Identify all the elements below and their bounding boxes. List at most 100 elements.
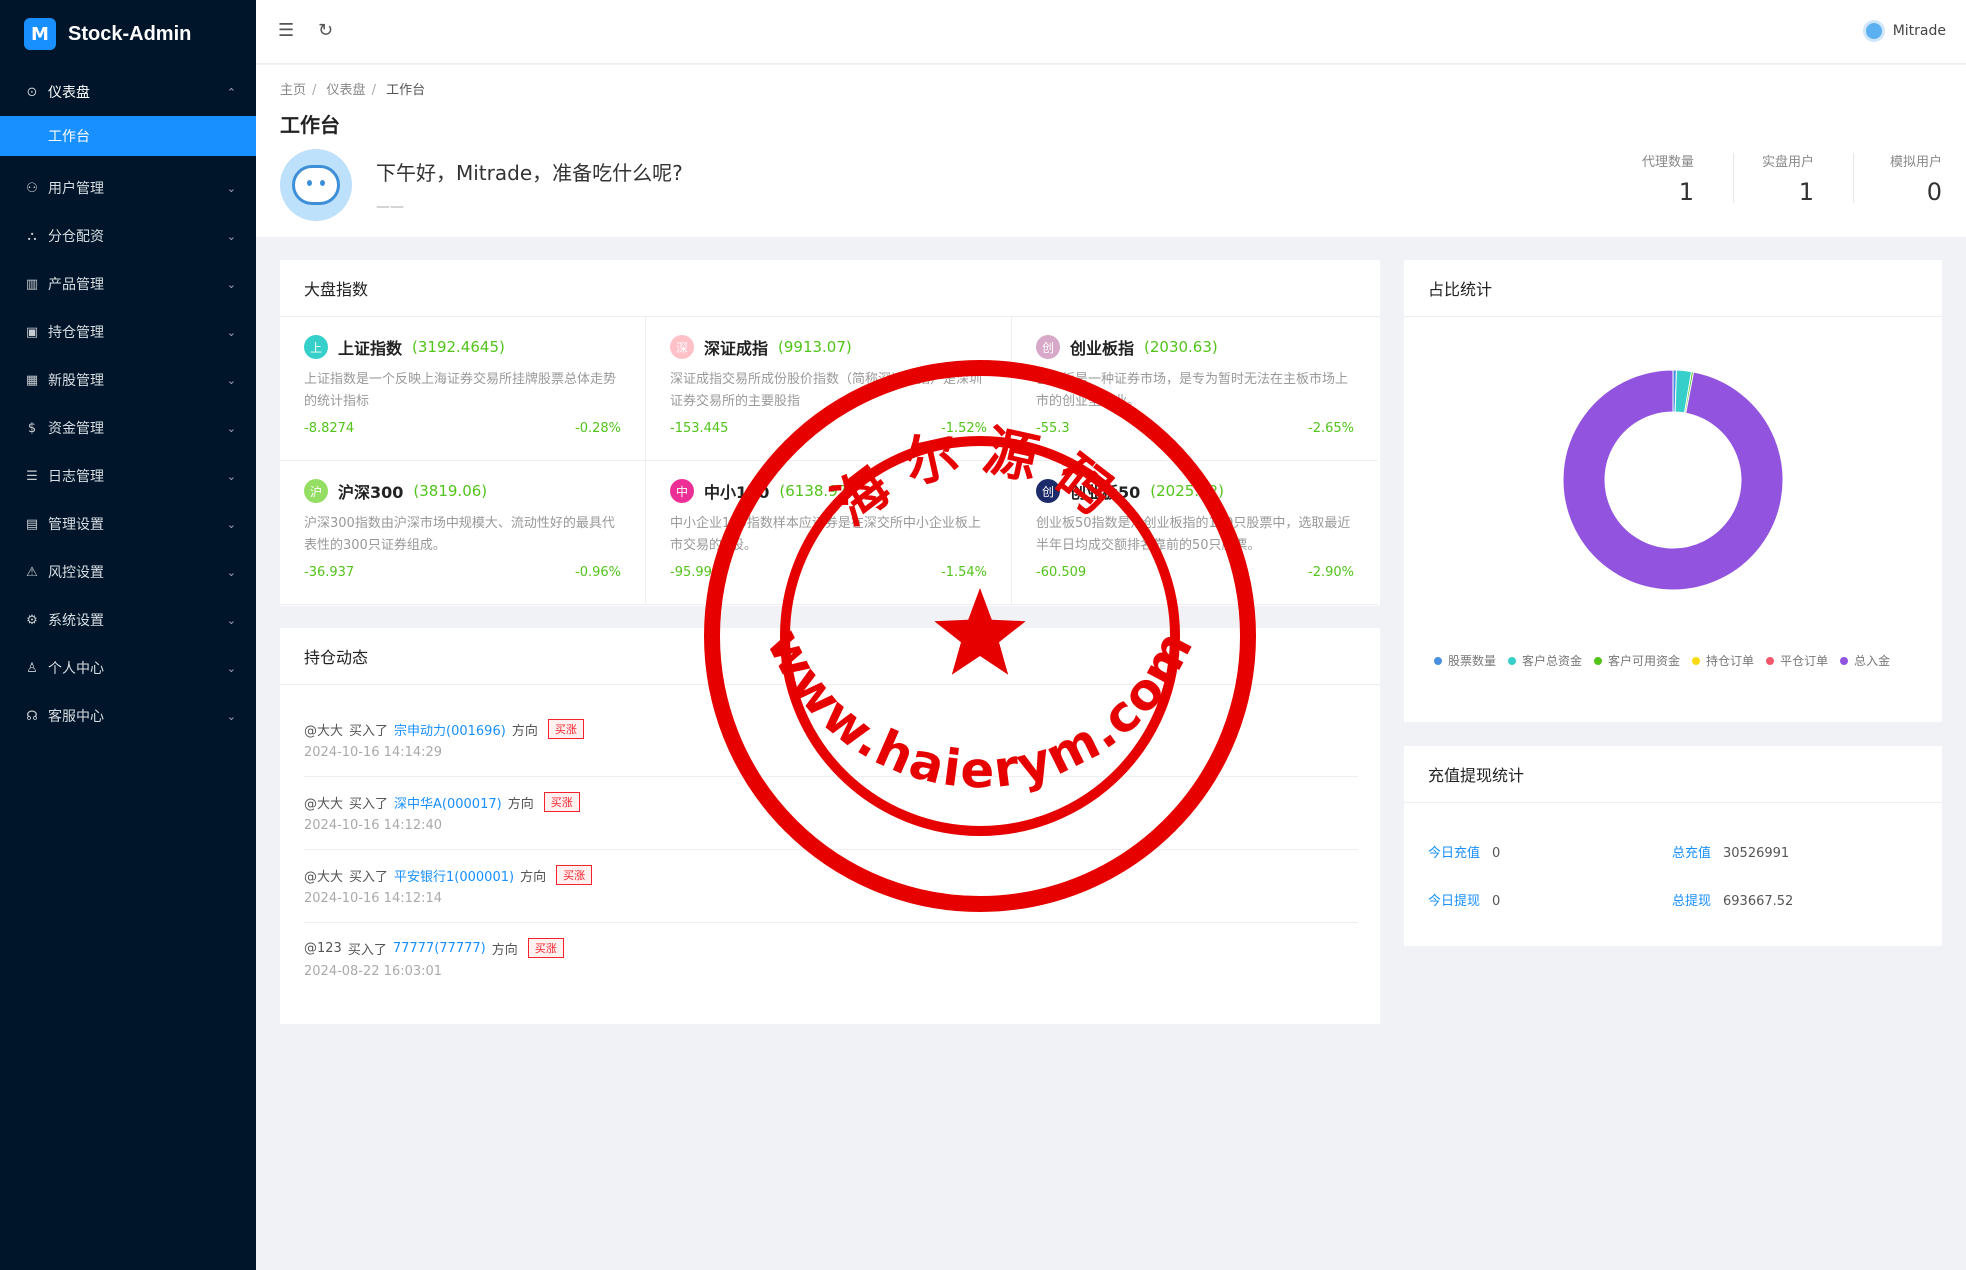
index-change: -60.509 [1036, 565, 1087, 580]
sidebar-item-label: 风控设置 [48, 565, 104, 581]
sidebar-item[interactable]: ☰ 日志管理 ⌄ [0, 452, 256, 500]
pos-time: 2024-10-16 14:12:14 [304, 891, 443, 906]
pos-direction-label: 方向 [511, 723, 538, 739]
welcome-sub: —— [376, 199, 404, 215]
menu-fold-icon[interactable]: ☰ [278, 20, 294, 41]
cash-total-deposit: 总充值 30526991 [1672, 846, 1790, 861]
sidebar-item[interactable]: ⚠ 风控设置 ⌄ [0, 548, 256, 596]
pos-stock-link[interactable]: 平安银行1(000001) [394, 866, 514, 885]
index-pct: -0.28% [575, 421, 621, 436]
index-pct: -2.90% [1308, 565, 1354, 580]
donut-chart [1562, 369, 1784, 591]
sidebar-item[interactable]: ▣ 持仓管理 ⌄ [0, 308, 256, 356]
sidebar-item[interactable]: ⊙ 仪表盘 ⌃ [0, 68, 256, 116]
sidebar-item-label: 产品管理 [48, 277, 104, 293]
cash-today-withdraw: 今日提现 0 [1428, 894, 1501, 909]
pos-verb: 买入了 [349, 869, 389, 885]
breadcrumb-item[interactable]: 主页 [280, 83, 306, 98]
user-menu[interactable]: Mitrade [1862, 20, 1946, 42]
legend-item[interactable]: 客户总资金 [1508, 652, 1582, 669]
index-change: -95.99 [670, 565, 712, 580]
sidebar-item-label: 客服中心 [48, 709, 104, 725]
index-cell[interactable]: 创创业板指 (2030.63) 创业板是一种证券市场，是专为暂时无法在主板市场上市的… [1012, 317, 1378, 461]
pos-stock-link[interactable]: 宗申动力(001696) [394, 720, 506, 739]
index-value: (2025.82) [1150, 482, 1225, 500]
index-change: -55.3 [1036, 421, 1070, 436]
legend-dot-icon [1840, 656, 1849, 665]
card-title: 持仓动态 [280, 628, 1380, 685]
chevron-down-icon: ⌄ [226, 277, 236, 291]
donut-slice[interactable] [1562, 369, 1784, 591]
breadcrumb-item[interactable]: 仪表盘 [327, 83, 366, 98]
index-desc: 中小企业100指数样本应证券是在深交所中小企业板上市交易的A股。 [670, 516, 981, 553]
index-pct: -2.65% [1308, 421, 1354, 436]
index-value: (3819.06) [413, 482, 488, 500]
sidebar-subitem-label: 工作台 [48, 129, 90, 145]
pos-user: @123 [304, 940, 342, 956]
chevron-down-icon: ⌄ [226, 373, 236, 387]
chevron-down-icon: ⌄ [226, 661, 236, 675]
stat-real-users: 实盘用户 1 [1761, 155, 1814, 206]
index-badge-icon: 深 [670, 335, 694, 359]
user-icon: ♙ [26, 660, 38, 676]
sidebar: M Stock-Admin ⊙ 仪表盘 ⌃ 工作台 ⚇ 用户管理 ⌄ ⛬ 分仓配资 ⌄ ▥ 产品管理 ⌄… [0, 0, 256, 1270]
sidebar-item-label: 管理设置 [48, 517, 104, 533]
index-value: (2030.63) [1144, 338, 1218, 356]
legend-item[interactable]: 客户可用资金 [1594, 652, 1680, 669]
index-pct: -0.96% [575, 565, 621, 580]
index-cell[interactable]: 沪沪深300 (3819.06) 沪深300指数由沪深市场中规模大、流动性好的最具代… [280, 461, 646, 605]
chart-icon: ▥ [25, 276, 39, 292]
index-badge-icon: 上 [304, 335, 328, 359]
index-change: -153.445 [670, 421, 729, 436]
breadcrumb: 主页 / 仪表盘 / 工作台 [280, 83, 426, 98]
legend-dot-icon [1594, 656, 1603, 665]
index-value: (9913.07) [778, 338, 852, 356]
index-cell[interactable]: 创创业板50 (2025.82) 创业板50指数是从创业板指的100只股票中，选取最… [1012, 461, 1378, 605]
sidebar-subitem[interactable]: 工作台 [0, 116, 256, 156]
sidebar-item[interactable]: ♙ 个人中心 ⌄ [0, 644, 256, 692]
index-name: 创业板指 [1070, 339, 1135, 358]
page-header: 主页 / 仪表盘 / 工作台 工作台 下午好，Mitrade，准备吃什么呢? —— … [256, 65, 1966, 237]
pos-time: 2024-10-16 14:12:40 [304, 818, 443, 833]
pos-verb: 买入了 [349, 723, 389, 739]
sidebar-item[interactable]: ⛬ 分仓配资 ⌄ [0, 212, 256, 260]
logo-icon: M [24, 18, 56, 50]
index-desc: 上证指数是一个反映上海证券交易所挂牌股票总体走势的统计指标 [304, 372, 617, 409]
chevron-down-icon: ⌄ [226, 517, 236, 531]
sidebar-item[interactable]: ▤ 管理设置 ⌄ [0, 500, 256, 548]
refresh-icon[interactable]: ↻ [318, 20, 333, 41]
card-title: 大盘指数 [280, 260, 1380, 317]
index-name: 创业板50 [1070, 483, 1141, 502]
sidebar-item[interactable]: ⚇ 用户管理 ⌄ [0, 164, 256, 212]
index-cell[interactable]: 中中小100 (6138.97) 中小企业100指数样本应证券是在深交所中小企业板上… [646, 461, 1012, 605]
app-logo[interactable]: M Stock-Admin [0, 0, 256, 68]
sidebar-item[interactable]: $ 资金管理 ⌄ [0, 404, 256, 452]
page-title: 工作台 [280, 113, 340, 137]
welcome-avatar [280, 149, 352, 221]
ratio-card: 占比统计 股票数量 客户总资金 客户可用资金 持仓订单 平仓订单 总入金 [1404, 260, 1942, 722]
pos-stock-link[interactable]: 77777(77777) [393, 941, 486, 956]
legend-item[interactable]: 持仓订单 [1692, 652, 1754, 669]
sidebar-item[interactable]: ▦ 新股管理 ⌄ [0, 356, 256, 404]
legend-item[interactable]: 平仓订单 [1766, 652, 1828, 669]
pos-direction-tag: 买涨 [556, 865, 593, 885]
sidebar-item-label: 分仓配资 [48, 229, 104, 245]
index-pct: -1.52% [941, 421, 987, 436]
sidebar-item[interactable]: ☊ 客服中心 ⌄ [0, 692, 256, 740]
avatar [1862, 20, 1885, 42]
list-item: @大大 买入了 宗申动力(001696) 方向 买涨 2024-10-16 14:14:2… [304, 705, 1358, 777]
legend-item[interactable]: 股票数量 [1434, 652, 1496, 669]
sidebar-item-label: 资金管理 [48, 421, 104, 437]
cash-today-deposit: 今日充值 0 [1428, 846, 1501, 861]
sidebar-item[interactable]: ⚙ 系统设置 ⌄ [0, 596, 256, 644]
chevron-down-icon: ⌄ [226, 229, 236, 243]
sidebar-menu: ⊙ 仪表盘 ⌃ 工作台 ⚇ 用户管理 ⌄ ⛬ 分仓配资 ⌄ ▥ 产品管理 ⌄ ▣ 持仓管理 ⌄ ▦ 新股管理 ⌄ $ 资… [0, 68, 256, 740]
legend-dot-icon [1766, 656, 1775, 665]
index-cell[interactable]: 深深证成指 (9913.07) 深证成指交易所成份股价指数（简称深证成指）是深圳证券… [646, 317, 1012, 461]
pos-stock-link[interactable]: 深中华A(000017) [394, 793, 502, 812]
sidebar-item[interactable]: ▥ 产品管理 ⌄ [0, 260, 256, 308]
index-cell[interactable]: 上上证指数 (3192.4645) 上证指数是一个反映上海证券交易所挂牌股票总体走势… [280, 317, 646, 461]
legend-item[interactable]: 总入金 [1840, 652, 1890, 669]
sidebar-item-label: 用户管理 [48, 181, 104, 197]
pos-direction-label: 方向 [507, 796, 534, 812]
